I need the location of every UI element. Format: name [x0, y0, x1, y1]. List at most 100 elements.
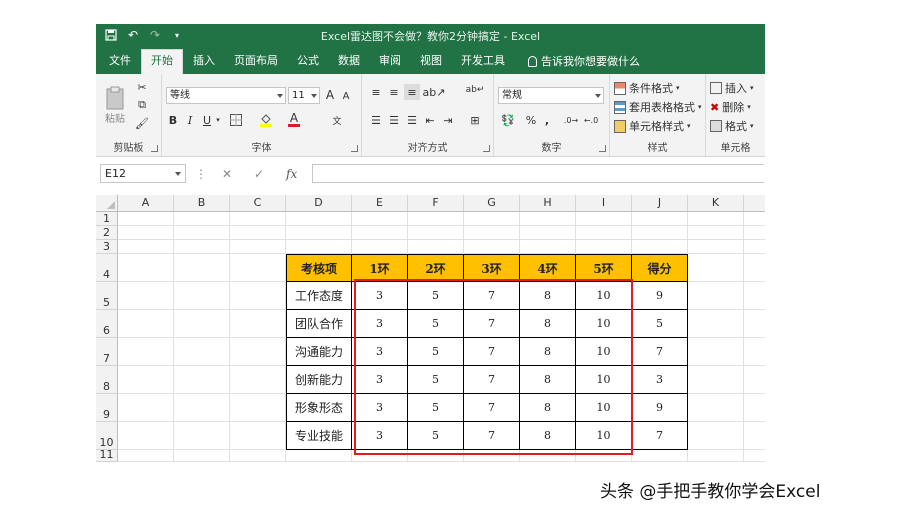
conditional-formatting-button[interactable]: 条件格式 ▾	[614, 80, 702, 96]
tab-file[interactable]: 文件	[100, 50, 140, 74]
tab-data[interactable]: 数据	[329, 50, 369, 74]
increase-indent-icon[interactable]: ⇥	[440, 112, 456, 128]
font-color-icon[interactable]: A	[286, 110, 302, 128]
table-row-label[interactable]: 创新能力	[286, 366, 352, 394]
row-header[interactable]: 10	[96, 422, 118, 450]
table-cell[interactable]: 3	[632, 366, 688, 394]
number-format-combo[interactable]: 常规	[498, 87, 604, 104]
font-size-combo[interactable]: 11	[288, 87, 320, 104]
row-header[interactable]: 6	[96, 310, 118, 338]
column-header[interactable]: A	[118, 195, 174, 212]
italic-button[interactable]: I	[183, 112, 197, 128]
table-header-cell[interactable]: 2环	[408, 254, 464, 282]
cut-icon[interactable]: ✂	[134, 79, 150, 95]
column-header[interactable]: B	[174, 195, 230, 212]
delete-cells-button[interactable]: ✖ 删除 ▾	[710, 99, 764, 115]
table-header-cell[interactable]: 考核项	[286, 254, 352, 282]
tab-page-layout[interactable]: 页面布局	[225, 50, 287, 74]
table-cell[interactable]: 5	[632, 310, 688, 338]
align-right-icon[interactable]: ☰	[404, 112, 420, 128]
copy-icon[interactable]: ⧉	[134, 97, 150, 113]
bottom-align-icon[interactable]: ≡	[404, 84, 420, 100]
align-left-icon[interactable]: ☰	[368, 112, 384, 128]
fill-color-icon[interactable]	[258, 112, 274, 128]
accounting-format-icon[interactable]: 💱	[498, 112, 518, 128]
shrink-font-button[interactable]: A	[339, 88, 353, 104]
formula-input[interactable]	[312, 164, 764, 183]
insert-cells-button[interactable]: 插入 ▾	[710, 80, 764, 96]
phonetic-guide-icon[interactable]: 文	[328, 112, 346, 128]
top-align-icon[interactable]: ≡	[368, 84, 384, 100]
merge-center-icon[interactable]: ⊞	[466, 112, 484, 128]
tab-developer[interactable]: 开发工具	[452, 50, 514, 74]
table-row-label[interactable]: 工作态度	[286, 282, 352, 310]
column-header[interactable]: H	[520, 195, 576, 212]
column-header[interactable]: I	[576, 195, 632, 212]
table-cell[interactable]: 7	[632, 422, 688, 450]
column-header[interactable]: C	[230, 195, 286, 212]
tab-home[interactable]: 开始	[141, 49, 183, 74]
number-launcher-icon[interactable]	[599, 145, 606, 152]
underline-button[interactable]: U	[200, 112, 214, 128]
table-header-cell[interactable]: 5环	[576, 254, 632, 282]
column-header[interactable]: G	[464, 195, 520, 212]
grow-font-button[interactable]: A	[323, 87, 337, 103]
tab-review[interactable]: 审阅	[370, 50, 410, 74]
column-header[interactable]: F	[408, 195, 464, 212]
decrease-decimal-icon[interactable]: ←.0	[582, 112, 600, 128]
format-as-table-button[interactable]: 套用表格格式 ▾	[614, 99, 704, 115]
cancel-icon[interactable]: ✕	[222, 164, 232, 183]
tab-insert[interactable]: 插入	[184, 50, 224, 74]
tell-me-box[interactable]: 告诉我你想要做什么	[528, 53, 640, 69]
row-header[interactable]: 9	[96, 394, 118, 422]
alignment-launcher-icon[interactable]	[483, 145, 490, 152]
table-cell[interactable]: 7	[632, 338, 688, 366]
comma-button[interactable]: ,	[542, 112, 552, 128]
percent-button[interactable]: %	[524, 112, 538, 128]
middle-align-icon[interactable]: ≡	[386, 84, 402, 100]
column-header[interactable]: D	[286, 195, 352, 212]
font-launcher-icon[interactable]	[351, 145, 358, 152]
row-header[interactable]: 11	[96, 449, 118, 462]
tab-formulas[interactable]: 公式	[288, 50, 328, 74]
table-row-label[interactable]: 形象形态	[286, 394, 352, 422]
font-name-combo[interactable]: 等线	[166, 87, 286, 104]
increase-decimal-icon[interactable]: .0→	[562, 112, 580, 128]
column-header[interactable]: K	[688, 195, 744, 212]
table-row-label[interactable]: 沟通能力	[286, 338, 352, 366]
table-cell[interactable]: 9	[632, 394, 688, 422]
borders-icon[interactable]	[228, 112, 244, 128]
bold-button[interactable]: B	[166, 112, 180, 128]
insert-function-button[interactable]: fx	[286, 164, 297, 183]
wrap-text-icon[interactable]: ab↵	[466, 80, 485, 100]
column-header[interactable]: J	[632, 195, 688, 212]
clipboard-launcher-icon[interactable]	[151, 145, 158, 152]
row-header[interactable]: 4	[96, 254, 118, 282]
name-box[interactable]: E12	[100, 164, 186, 183]
table-row-label[interactable]: 团队合作	[286, 310, 352, 338]
enter-icon[interactable]: ✓	[254, 164, 264, 183]
row-header[interactable]: 5	[96, 282, 118, 310]
table-header-cell[interactable]: 得分	[632, 254, 688, 282]
column-header[interactable]: E	[352, 195, 408, 212]
table-header-cell[interactable]: 1环	[352, 254, 408, 282]
decrease-indent-icon[interactable]: ⇤	[422, 112, 438, 128]
table-header-cell[interactable]: 3环	[464, 254, 520, 282]
format-cells-button[interactable]: 格式 ▾	[710, 118, 764, 134]
row-header[interactable]: 7	[96, 338, 118, 366]
row-header[interactable]: 2	[96, 226, 118, 240]
table-row-label[interactable]: 专业技能	[286, 422, 352, 450]
table-cell[interactable]: 9	[632, 282, 688, 310]
underline-dropdown-icon[interactable]: ▾	[214, 112, 222, 128]
table-header-cell[interactable]: 4环	[520, 254, 576, 282]
row-header[interactable]: 3	[96, 240, 118, 254]
paste-button[interactable]: 粘贴	[102, 80, 128, 130]
orientation-icon[interactable]: ab↗	[423, 84, 446, 100]
format-painter-icon[interactable]: 🖌	[134, 115, 150, 131]
row-header[interactable]: 8	[96, 366, 118, 394]
select-all-corner[interactable]	[96, 195, 118, 212]
tab-view[interactable]: 视图	[411, 50, 451, 74]
cell-styles-button[interactable]: 单元格样式 ▾	[614, 118, 702, 134]
center-icon[interactable]: ☰	[386, 112, 402, 128]
row-header[interactable]: 1	[96, 212, 118, 226]
